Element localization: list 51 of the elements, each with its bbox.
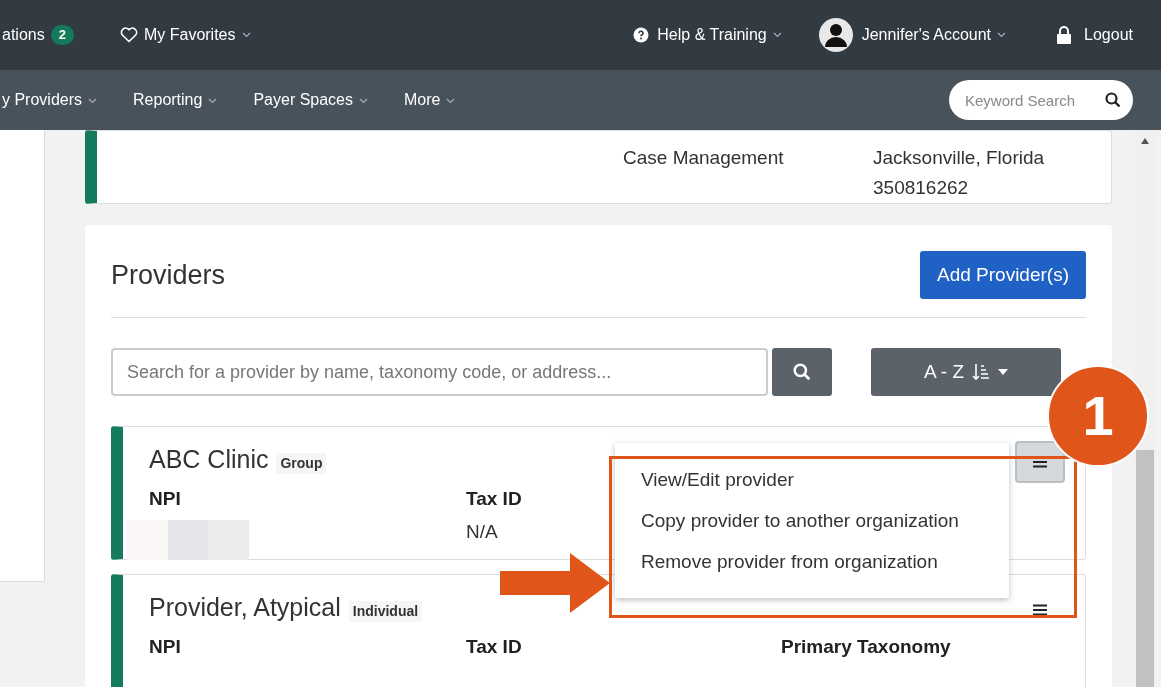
field-label: Tax ID xyxy=(466,635,522,659)
field-label: Primary Taxonomy xyxy=(781,635,951,659)
menu-item[interactable]: View/Edit provider xyxy=(615,459,1009,500)
scroll-up-icon xyxy=(1141,138,1149,144)
search-button[interactable] xyxy=(772,348,832,396)
field-value: N/A xyxy=(466,519,499,544)
nav-link[interactable]: Jennifer's Account xyxy=(861,23,992,47)
nav-link[interactable]: My Favorites xyxy=(143,23,236,47)
keyword-search-field[interactable]: Keyword Search xyxy=(949,80,1133,120)
avatar-icon xyxy=(817,17,854,53)
help-icon xyxy=(633,27,650,43)
section-title: Providers xyxy=(111,258,226,292)
field-label: Tax ID xyxy=(466,487,522,511)
field-label: NPI xyxy=(149,635,181,659)
caret-icon xyxy=(772,32,782,38)
caret-icon xyxy=(359,97,368,104)
nav-link[interactable]: ations xyxy=(2,23,45,47)
sort-button[interactable]: A - Z xyxy=(871,348,1061,396)
search-icon xyxy=(793,363,811,381)
heart-icon xyxy=(119,27,138,43)
type-tag: Group xyxy=(276,453,327,474)
address-text: Jacksonville, Florida xyxy=(873,146,1045,170)
caret-icon xyxy=(997,32,1007,38)
taxonomy-text: Case Management xyxy=(623,147,784,168)
lock-icon xyxy=(1056,26,1073,44)
caret-icon xyxy=(88,97,98,104)
nav-link[interactable]: More xyxy=(404,88,456,112)
arrow-icon xyxy=(500,553,610,613)
field-label: NPI xyxy=(149,487,182,511)
nav-link[interactable]: y Providers xyxy=(2,88,98,112)
nav-link[interactable]: Reporting xyxy=(133,88,218,112)
provider-name: ABC Clinic xyxy=(149,444,269,475)
type-tag: Individual xyxy=(348,601,423,622)
nav-link[interactable]: Help & Training xyxy=(657,23,767,47)
caret-icon xyxy=(446,97,456,104)
caret-icon xyxy=(241,32,251,38)
nav-link[interactable]: Payer Spaces xyxy=(253,88,368,112)
provider-name: Provider, Atypical xyxy=(149,592,341,623)
provider-search-field[interactable]: Search for a provider by name, taxonomy code, or address... xyxy=(111,348,768,396)
caret-icon xyxy=(208,97,218,104)
add-provider-button[interactable]: Add Provider(s) xyxy=(920,251,1086,299)
menu-item[interactable]: Remove provider from organization xyxy=(615,541,1009,582)
caret-icon xyxy=(998,369,1009,375)
logout-link[interactable]: Logout xyxy=(1084,23,1133,47)
address-text: 350816262 xyxy=(873,176,970,200)
count-badge: 2 xyxy=(50,25,74,45)
menu-item[interactable]: Copy provider to another organization xyxy=(615,500,1009,541)
scroll-thumb[interactable] xyxy=(1136,450,1154,687)
menu-icon xyxy=(1033,604,1047,616)
sort-icon xyxy=(972,363,991,381)
search-icon xyxy=(1105,92,1121,108)
